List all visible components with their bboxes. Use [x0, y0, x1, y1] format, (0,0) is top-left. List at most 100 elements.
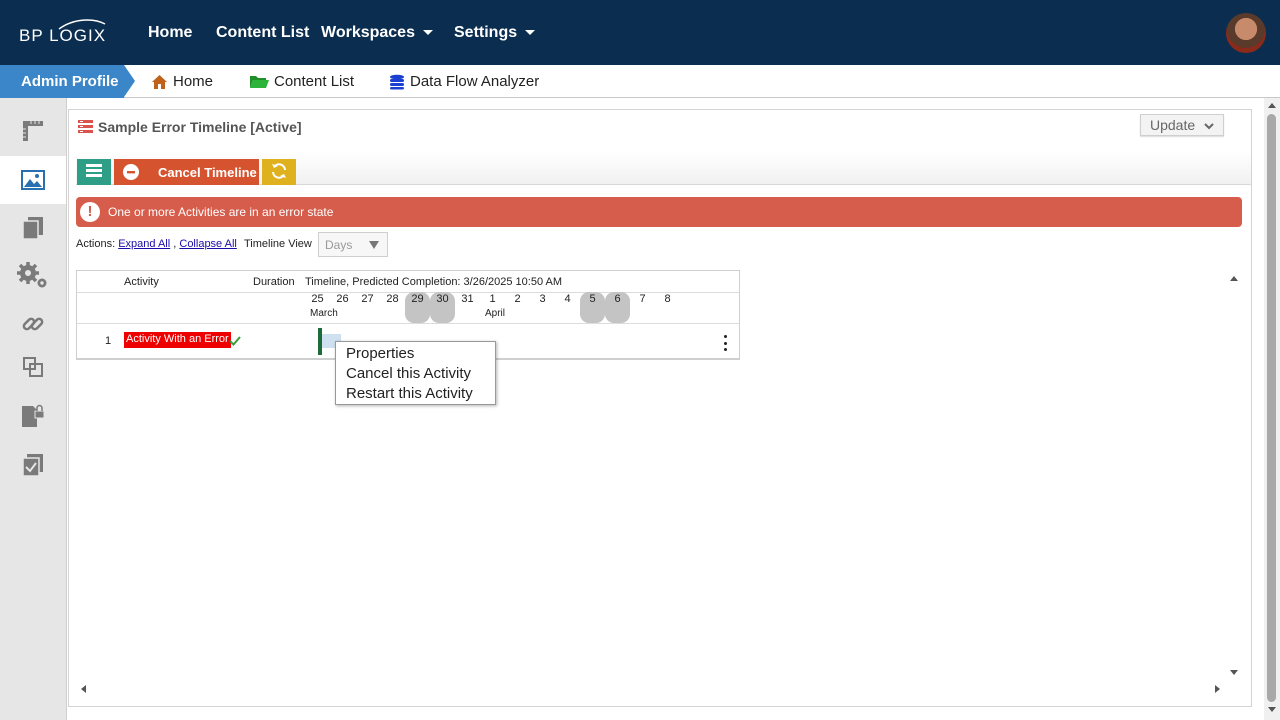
nav-content-list-label: Content List	[216, 24, 310, 41]
chevron-down-icon	[1204, 123, 1214, 130]
month-label-march: March	[310, 308, 338, 319]
column-header-duration: Duration	[253, 276, 295, 288]
error-icon: !	[80, 202, 100, 222]
nav-settings-label: Settings	[454, 24, 518, 41]
sidebar-item-resize[interactable]	[0, 343, 66, 391]
inner-scroll-down-icon[interactable]	[1230, 670, 1238, 675]
scroll-up-icon[interactable]	[1268, 103, 1276, 108]
copy-icon	[22, 217, 43, 240]
sidebar-item-copy[interactable]	[0, 204, 66, 252]
breadcrumb-data-flow-analyzer[interactable]: Data Flow Analyzer	[389, 73, 539, 90]
sidebar-item-link[interactable]	[0, 300, 66, 348]
breadcrumb-home[interactable]: Home	[151, 73, 213, 90]
nav-workspaces-label: Workspaces	[321, 24, 415, 41]
breadcrumb-content-list-label: Content List	[274, 73, 355, 90]
timeline-view-value: Days	[325, 238, 353, 252]
nav-home[interactable]: Home	[148, 24, 192, 42]
timeline-list-icon	[78, 120, 93, 133]
context-menu: Properties Cancel this Activity Restart …	[335, 341, 496, 405]
update-button[interactable]: Update	[1140, 114, 1224, 136]
breadcrumb-data-flow-analyzer-label: Data Flow Analyzer	[410, 73, 540, 90]
day-cell-weekend: 5	[580, 292, 605, 323]
day-cell: 4	[564, 293, 571, 305]
day-cell: 28	[386, 293, 399, 305]
nav-workspaces[interactable]: Workspaces	[321, 24, 433, 42]
day-cell: 8	[664, 293, 671, 305]
cancel-timeline-label: Cancel Timeline	[158, 165, 257, 180]
update-button-label: Update	[1150, 117, 1196, 133]
actions-row: Actions: Expand All , Collapse All	[76, 238, 237, 250]
actions-separator: ,	[173, 238, 177, 250]
logo-text: BP LOGIX	[19, 26, 107, 45]
breadcrumb-bar: Admin Profile Home Content List Data Flo…	[0, 65, 1280, 98]
row-number: 1	[105, 335, 112, 347]
admin-profile-tab[interactable]: Admin Profile	[0, 65, 124, 98]
activity-name-error[interactable]: Activity With an Error	[124, 332, 231, 348]
user-avatar[interactable]	[1226, 13, 1266, 53]
grid-divider	[77, 323, 739, 324]
breadcrumb-home-label: Home	[173, 73, 214, 90]
day-cell-weekend: 6	[605, 292, 630, 323]
activity-list-button[interactable]	[77, 159, 111, 185]
sidebar-item-image[interactable]	[0, 156, 66, 204]
minus-circle-icon	[123, 164, 139, 180]
day-cell: 31	[461, 293, 474, 305]
database-icon	[390, 74, 404, 89]
checkmark-icon	[229, 336, 241, 346]
left-sidebar	[0, 98, 67, 720]
page-title: Sample Error Timeline [Active]	[98, 119, 302, 135]
folder-open-icon	[250, 76, 269, 88]
chevron-down-icon	[422, 30, 433, 36]
bp-logix-logo[interactable]: BP LOGIX	[19, 18, 109, 48]
scrollbar-thumb[interactable]	[1267, 114, 1276, 702]
timeline-view-select[interactable]: Days	[318, 232, 388, 257]
actions-label: Actions:	[76, 238, 116, 250]
top-navigation-bar: BP LOGIX Home Content List Workspaces Se…	[0, 0, 1280, 65]
nav-settings[interactable]: Settings	[454, 24, 536, 42]
image-icon	[21, 170, 45, 190]
sidebar-item-gears[interactable]	[0, 252, 66, 300]
cancel-timeline-button[interactable]: Cancel Timeline	[114, 159, 259, 185]
day-cell: 7	[639, 293, 646, 305]
locked-document-icon	[22, 404, 45, 427]
day-cell-weekend: 29	[405, 292, 430, 323]
breadcrumb-content-list[interactable]: Content List	[249, 73, 354, 90]
day-cell: 27	[361, 293, 374, 305]
column-header-timeline: Timeline, Predicted Completion: 3/26/202…	[305, 276, 563, 288]
chevron-down-icon	[525, 30, 536, 36]
resize-icon	[23, 357, 43, 377]
day-cell: 2	[514, 293, 521, 305]
timeline-view-label: Timeline View	[244, 238, 312, 250]
row-menu-icon[interactable]	[722, 335, 728, 351]
ruler-icon	[23, 121, 43, 141]
page-scrollbar[interactable]	[1264, 98, 1280, 720]
menu-item-properties[interactable]: Properties	[346, 345, 414, 362]
sidebar-item-ruler[interactable]	[0, 107, 66, 155]
gears-icon	[17, 262, 47, 288]
menu-item-restart-activity[interactable]: Restart this Activity	[346, 385, 473, 402]
month-label-april: April	[485, 308, 506, 319]
list-icon	[86, 164, 102, 177]
error-message: One or more Activities are in an error s…	[108, 205, 334, 219]
scroll-down-icon[interactable]	[1268, 707, 1276, 712]
sidebar-item-checked-document[interactable]	[0, 441, 66, 489]
inner-scroll-left-icon[interactable]	[81, 685, 86, 693]
nav-content-list[interactable]: Content List	[216, 24, 309, 42]
sidebar-item-locked-document[interactable]	[0, 392, 66, 440]
day-cell: 3	[539, 293, 546, 305]
checked-document-icon	[22, 454, 43, 477]
nav-home-label: Home	[148, 24, 193, 41]
profile-tab-arrow	[124, 65, 135, 97]
inner-scroll-up-icon[interactable]	[1230, 276, 1238, 281]
collapse-all-link[interactable]: Collapse All	[179, 238, 236, 250]
error-banner: ! One or more Activities are in an error…	[76, 197, 1242, 227]
column-header-activity: Activity	[124, 276, 159, 288]
menu-item-cancel-activity[interactable]: Cancel this Activity	[346, 365, 471, 382]
link-icon	[22, 317, 44, 331]
dropdown-arrow-icon	[369, 241, 379, 249]
expand-all-link[interactable]: Expand All	[118, 238, 170, 250]
refresh-icon	[272, 162, 286, 179]
day-cell-weekend: 30	[430, 292, 455, 323]
refresh-button[interactable]	[262, 159, 296, 185]
inner-scroll-right-icon[interactable]	[1215, 685, 1220, 693]
